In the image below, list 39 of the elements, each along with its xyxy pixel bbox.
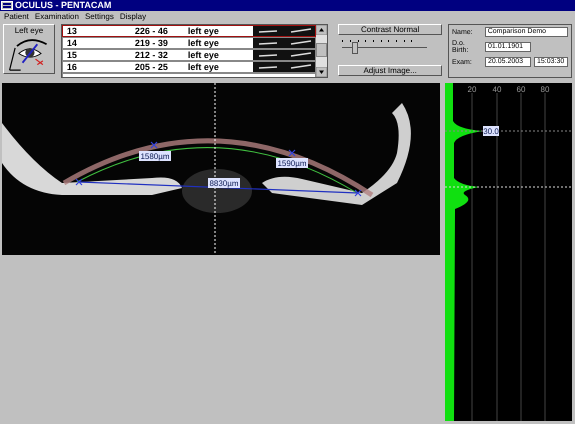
contrast-button[interactable]: Contrast Normal (338, 24, 442, 36)
scan-row[interactable]: 15 212 - 32 left eye (62, 49, 316, 62)
scan-eye: left eye (188, 62, 220, 72)
scale-label: 40 (492, 84, 502, 94)
scan-thumbnail (253, 26, 316, 36)
scan-values: 226 - 46 (134, 26, 169, 36)
scan-row[interactable]: 13 226 - 46 left eye (62, 25, 316, 38)
scan-row[interactable]: 16 205 - 25 left eye (62, 61, 316, 74)
scale-label: 60 (516, 84, 526, 94)
scan-values: 219 - 39 (134, 38, 169, 48)
marker-value: 30.0 (483, 126, 499, 136)
scan-values: 212 - 32 (134, 50, 169, 60)
scan-thumbnail (253, 38, 316, 48)
scan-number: 14 (66, 38, 78, 48)
scan-thumbnail (253, 50, 316, 60)
scroll-up-button[interactable] (316, 25, 328, 36)
scan-number: 13 (66, 26, 78, 36)
adjust-image-button[interactable]: Adjust Image... (338, 65, 442, 76)
menu-item[interactable]: Examination (34, 12, 79, 22)
menu-item[interactable]: Settings (84, 12, 114, 22)
scan-row[interactable]: 14 219 - 39 left eye (62, 37, 316, 50)
scale-label: 20 (468, 84, 476, 94)
scan-eye: left eye (188, 38, 220, 48)
measurement-label: 8830µm (208, 178, 240, 188)
scan-number: 16 (66, 62, 78, 72)
menu-item[interactable]: Patient (4, 12, 29, 22)
scale-label: 80 (540, 84, 550, 94)
scan-thumbnail (253, 62, 316, 72)
measurement-label: 1590µm (276, 158, 308, 168)
window-title: OCULUS - PENTACAM (15, 0, 112, 10)
scan-eye: left eye (188, 26, 220, 36)
scan-eye: left eye (188, 50, 220, 60)
eye-button[interactable]: Left eye (3, 24, 55, 74)
menu-item[interactable]: Display (120, 12, 146, 22)
scroll-down-button[interactable] (316, 67, 328, 78)
measurement-label: 1580µm (139, 150, 171, 161)
scan-values: 205 - 25 (134, 62, 169, 72)
scrollbar[interactable] (316, 25, 328, 78)
scan-number: 15 (66, 50, 78, 60)
